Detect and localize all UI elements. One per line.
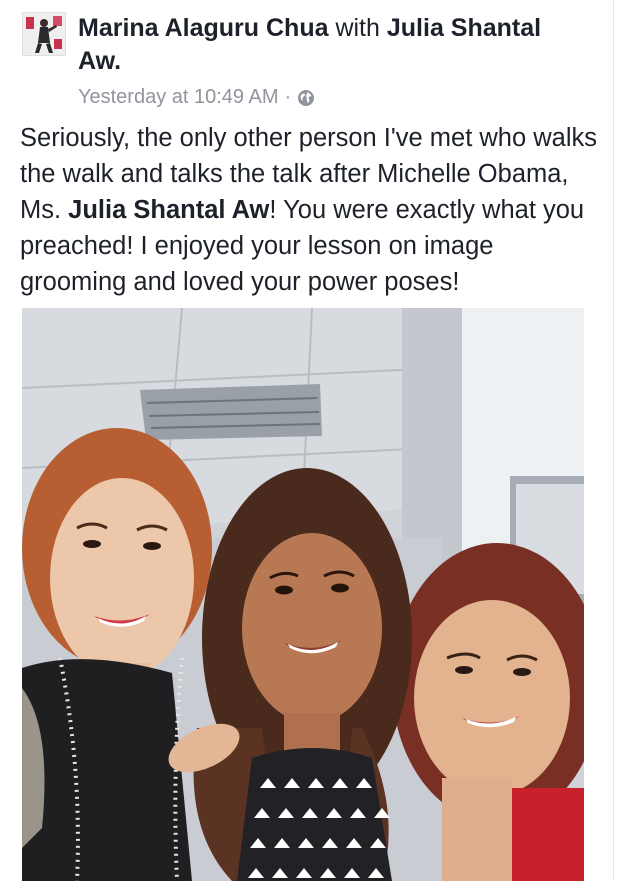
globe-icon[interactable]: [297, 88, 315, 106]
post-text: Seriously, the only other person I've me…: [20, 120, 600, 300]
card-border: [613, 0, 614, 881]
author-avatar[interactable]: [22, 12, 66, 56]
post-photo[interactable]: [22, 308, 584, 881]
with-connector: with: [335, 14, 380, 42]
meta-separator: ·: [284, 86, 292, 108]
mention-link[interactable]: Julia Shantal Aw: [68, 196, 269, 224]
timestamp[interactable]: Yesterday at 10:49 AM: [78, 84, 279, 110]
author-name[interactable]: Marina Alaguru Chua: [78, 14, 329, 42]
post-meta: Yesterday at 10:49 AM ·: [78, 84, 315, 110]
facebook-post: Marina Alaguru Chua with Julia Shantal A…: [0, 0, 620, 881]
author-line: Marina Alaguru Chua with Julia Shantal A…: [78, 12, 588, 78]
